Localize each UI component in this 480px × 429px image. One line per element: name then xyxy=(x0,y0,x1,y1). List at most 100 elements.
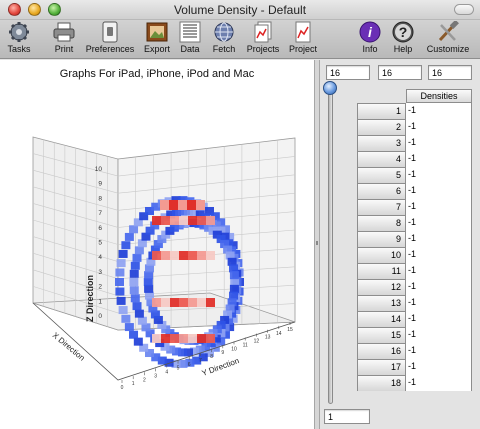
table-row[interactable]: 6 -1 xyxy=(357,183,472,199)
volume-density-plot[interactable]: 012345678910 0123456789101112131415 Z Di… xyxy=(0,60,314,429)
row-index-header[interactable]: 5 xyxy=(357,167,406,183)
row-index-header[interactable]: 12 xyxy=(357,279,406,295)
row-index-header[interactable]: 10 xyxy=(357,247,406,263)
table-row[interactable]: 14 -1 xyxy=(357,311,472,327)
table-row[interactable]: 15 -1 xyxy=(357,327,472,343)
table-row[interactable]: 3 -1 xyxy=(357,135,472,151)
row-index-header[interactable]: 16 xyxy=(357,343,406,359)
info-button[interactable]: i Info xyxy=(358,20,382,59)
row-index-header[interactable]: 4 xyxy=(357,151,406,167)
voxel xyxy=(161,334,170,343)
layer-slider-knob[interactable] xyxy=(323,81,337,95)
voxel xyxy=(124,232,134,241)
table-row[interactable]: 16 -1 xyxy=(357,343,472,359)
voxel xyxy=(170,334,179,343)
dimension-z-input[interactable] xyxy=(428,65,472,80)
density-cell[interactable]: -1 xyxy=(406,375,472,391)
density-cell[interactable]: -1 xyxy=(406,135,472,151)
row-index-header[interactable]: 7 xyxy=(357,199,406,215)
voxel xyxy=(133,337,143,346)
preferences-button[interactable]: Preferences xyxy=(84,20,136,59)
table-row[interactable]: 17 -1 xyxy=(357,359,472,375)
tasks-button[interactable]: Tasks xyxy=(4,20,34,59)
y-tick-label: 12 xyxy=(254,339,260,345)
y-tick-label: 8 xyxy=(210,354,213,360)
table-row[interactable]: 5 -1 xyxy=(357,167,472,183)
density-cell[interactable]: -1 xyxy=(406,311,472,327)
y-tick-label: 13 xyxy=(265,335,271,341)
density-cell[interactable]: -1 xyxy=(406,119,472,135)
slider-value-input[interactable] xyxy=(324,409,370,424)
table-row[interactable]: 18 -1 xyxy=(357,375,472,391)
table-row[interactable]: 2 -1 xyxy=(357,119,472,135)
voxel xyxy=(197,334,206,343)
voxel xyxy=(116,296,126,305)
table-row[interactable]: 1 -1 xyxy=(357,103,472,119)
density-cell[interactable]: -1 xyxy=(406,199,472,215)
project-button[interactable]: Project xyxy=(286,20,320,59)
row-index-header[interactable]: 18 xyxy=(357,375,406,391)
y-tick-label: 9 xyxy=(221,350,224,356)
densities-column-header[interactable]: Densities xyxy=(406,89,472,103)
globe-icon xyxy=(214,22,234,42)
row-index-header[interactable]: 2 xyxy=(357,119,406,135)
y-tick-label: 4 xyxy=(165,370,168,376)
dimension-x-input[interactable] xyxy=(326,65,370,80)
voxel xyxy=(118,249,128,258)
voxel xyxy=(170,251,179,260)
density-cell[interactable]: -1 xyxy=(406,103,472,119)
row-index-header[interactable]: 6 xyxy=(357,183,406,199)
voxel xyxy=(197,298,206,307)
density-cell[interactable]: -1 xyxy=(406,167,472,183)
help-button[interactable]: ? Help xyxy=(390,20,416,59)
customize-button[interactable]: Customize xyxy=(422,20,474,59)
row-index-header[interactable]: 3 xyxy=(357,135,406,151)
density-cell[interactable]: -1 xyxy=(406,247,472,263)
row-index-header[interactable]: 11 xyxy=(357,263,406,279)
voxel xyxy=(179,251,188,260)
row-index-header[interactable]: 9 xyxy=(357,231,406,247)
row-index-header[interactable]: 14 xyxy=(357,311,406,327)
density-cell[interactable]: -1 xyxy=(406,327,472,343)
density-cell[interactable]: -1 xyxy=(406,263,472,279)
layer-slider-track[interactable] xyxy=(328,84,333,404)
row-index-header[interactable]: 13 xyxy=(357,295,406,311)
row-index-header[interactable]: 1 xyxy=(357,103,406,119)
voxel xyxy=(129,330,139,339)
density-cell[interactable]: -1 xyxy=(406,343,472,359)
table-row[interactable]: 4 -1 xyxy=(357,151,472,167)
customize-label: Customize xyxy=(426,44,470,54)
density-cell[interactable]: -1 xyxy=(406,151,472,167)
table-row[interactable]: 13 -1 xyxy=(357,295,472,311)
export-label: Export xyxy=(143,44,170,54)
preferences-label: Preferences xyxy=(85,44,135,54)
z-axis-label: Z Direction xyxy=(85,275,95,322)
table-row[interactable]: 12 -1 xyxy=(357,279,472,295)
density-cell[interactable]: -1 xyxy=(406,295,472,311)
table-row[interactable]: 11 -1 xyxy=(357,263,472,279)
density-cell[interactable]: -1 xyxy=(406,359,472,375)
voxel xyxy=(179,216,188,225)
table-row[interactable]: 9 -1 xyxy=(357,231,472,247)
y-tick-label: 11 xyxy=(243,342,248,348)
print-button[interactable]: Print xyxy=(50,20,78,59)
density-cell[interactable]: -1 xyxy=(406,231,472,247)
printer-icon xyxy=(53,22,75,42)
data-button[interactable]: Data xyxy=(176,20,204,59)
density-cell[interactable]: -1 xyxy=(406,183,472,199)
row-index-header[interactable]: 15 xyxy=(357,327,406,343)
y-tick-label: 7 xyxy=(199,358,202,364)
table-row[interactable]: 8 -1 xyxy=(357,215,472,231)
density-cell[interactable]: -1 xyxy=(406,279,472,295)
row-index-header[interactable]: 8 xyxy=(357,215,406,231)
table-row[interactable]: 10 -1 xyxy=(357,247,472,263)
table-row[interactable]: 7 -1 xyxy=(357,199,472,215)
y-tick-label: 0 xyxy=(121,385,124,391)
dimension-y-input[interactable] xyxy=(378,65,422,80)
projects-button[interactable]: Projects xyxy=(244,20,282,59)
row-index-header[interactable]: 17 xyxy=(357,359,406,375)
density-cell[interactable]: -1 xyxy=(406,215,472,231)
fetch-button[interactable]: Fetch xyxy=(210,20,238,59)
toolbar-toggle-button[interactable] xyxy=(454,4,474,15)
export-button[interactable]: Export xyxy=(142,20,172,59)
